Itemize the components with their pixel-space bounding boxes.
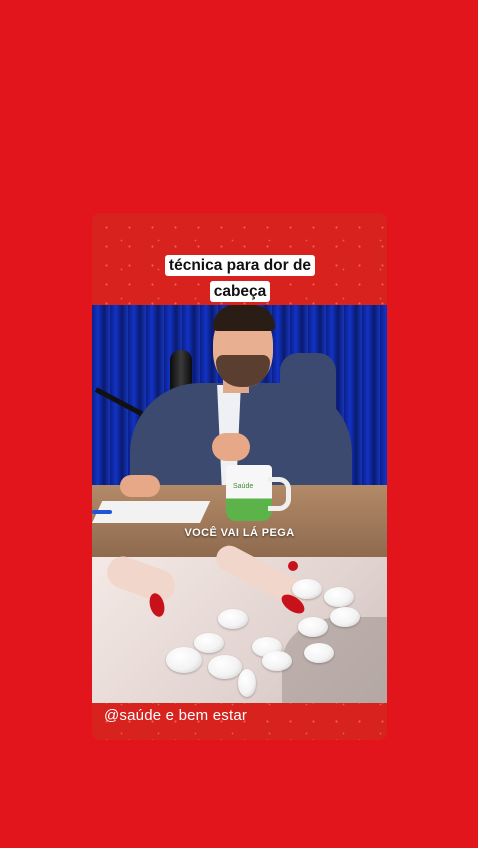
video-frame[interactable]: Saúde VOCÊ VAI LÁ PEGA bbox=[92, 305, 387, 703]
mug-logo: Saúde bbox=[233, 483, 254, 490]
pill bbox=[324, 587, 354, 607]
pill bbox=[238, 669, 256, 697]
pill bbox=[304, 643, 334, 663]
pill bbox=[208, 655, 242, 679]
caption-text: técnica para dor de cabeça bbox=[164, 255, 316, 302]
presenter-hand-right bbox=[212, 433, 250, 461]
pills-scene bbox=[92, 541, 387, 703]
video-subtitle: VOCÊ VAI LÁ PEGA bbox=[184, 527, 295, 539]
pill bbox=[330, 607, 360, 627]
pill bbox=[166, 647, 202, 673]
pen bbox=[92, 510, 112, 514]
account-handle[interactable]: @saúde e bem estar bbox=[104, 707, 247, 724]
finger-1 bbox=[102, 551, 180, 607]
pill bbox=[298, 617, 328, 637]
presenter-hair bbox=[213, 305, 275, 331]
mug bbox=[226, 465, 272, 521]
studio-scene: Saúde VOCÊ VAI LÁ PEGA bbox=[92, 305, 387, 557]
pill bbox=[218, 609, 248, 629]
pill bbox=[292, 579, 322, 599]
caption-box: técnica para dor de cabeça bbox=[154, 253, 326, 305]
nail-3 bbox=[288, 561, 298, 571]
presenter-hand-left bbox=[120, 475, 160, 497]
story-card[interactable]: técnica para dor de cabeça Saúde VOCÊ VA… bbox=[92, 213, 387, 740]
pill bbox=[194, 633, 224, 653]
pill bbox=[262, 651, 292, 671]
mug-handle bbox=[268, 477, 291, 511]
